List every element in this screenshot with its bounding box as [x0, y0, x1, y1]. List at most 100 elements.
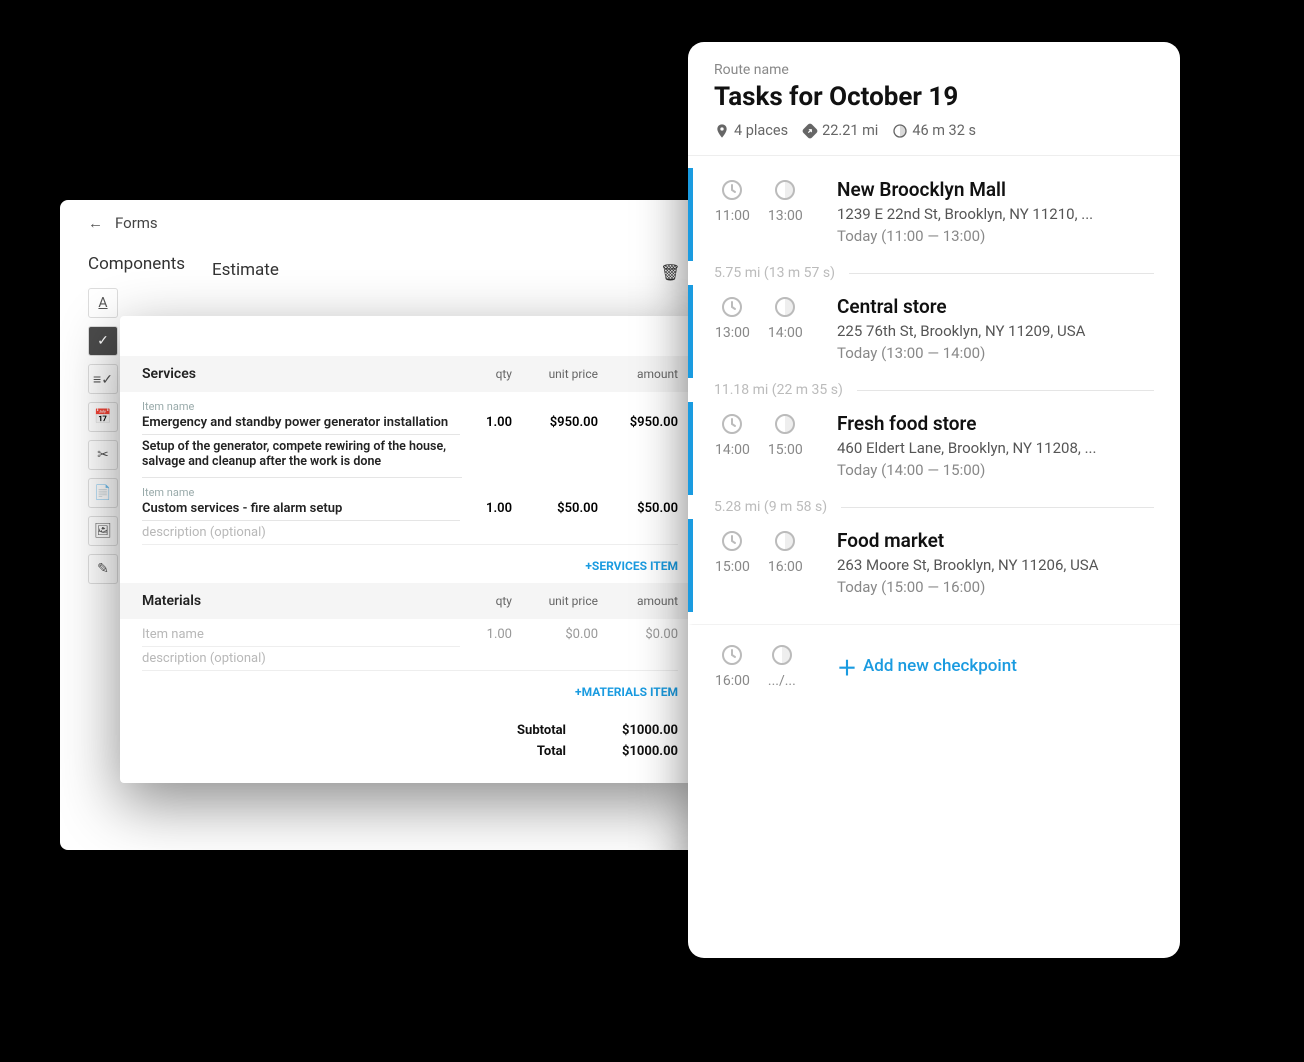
- estimate-title: Estimate: [212, 252, 279, 294]
- add-services-item-link[interactable]: +SERVICES ITEM: [120, 545, 700, 583]
- item-name-input[interactable]: Emergency and standby power generator in…: [142, 415, 460, 435]
- stop-window: Today (14:00 — 15:00): [837, 461, 1154, 479]
- services-label: Services: [142, 366, 460, 382]
- route-stop[interactable]: 15:00 16:00 Food market 263 Moore St, Br…: [688, 519, 1180, 612]
- components-title: Components: [88, 246, 198, 288]
- duration-icon: [773, 178, 797, 202]
- item-qty[interactable]: 1.00: [460, 415, 512, 430]
- total-label: Total: [446, 744, 566, 759]
- stop-times: 13:00 14:00: [715, 295, 823, 362]
- stop-name: New Broocklyn Mall: [837, 178, 1154, 201]
- stop-end: 13:00: [768, 208, 803, 224]
- gap-segment: 5.75 mi (13 m 57 s): [688, 261, 1180, 285]
- plus-icon: ＋: [837, 652, 857, 681]
- item-description-placeholder[interactable]: description (optional): [142, 525, 678, 545]
- list-icon[interactable]: ≡✓: [88, 364, 118, 394]
- stop-times: 15:00 16:00: [715, 529, 823, 596]
- image-icon[interactable]: 🖼: [88, 516, 118, 546]
- turn-icon: [802, 123, 818, 139]
- item-qty[interactable]: 1.00: [460, 627, 512, 642]
- delete-icon[interactable]: 🗑: [660, 263, 680, 283]
- add-materials-item-link[interactable]: +MATERIALS ITEM: [120, 671, 700, 709]
- stop-start: 13:00: [715, 325, 750, 341]
- item-unit-price[interactable]: $0.00: [512, 627, 598, 642]
- services-section-header: Services qty unit price amount: [120, 356, 700, 392]
- material-item: Item name 1.00 $0.00 $0.00 description (…: [120, 619, 700, 671]
- col-unit-price: unit price: [512, 594, 598, 608]
- stop-name: Food market: [837, 529, 1154, 552]
- new-stop-start: 16:00: [715, 673, 750, 689]
- route-name-label: Route name: [714, 62, 1154, 78]
- stop-end: 14:00: [768, 325, 803, 341]
- gap-text: 5.75 mi (13 m 57 s): [714, 265, 835, 281]
- materials-label: Materials: [142, 593, 460, 609]
- item-qty[interactable]: 1.00: [460, 501, 512, 516]
- new-stop-end: .../...: [768, 673, 796, 689]
- gap-segment: 11.18 mi (22 m 35 s): [688, 378, 1180, 402]
- stop-address: 1239 E 22nd St, Brooklyn, NY 11210, ...: [837, 205, 1154, 223]
- cut-icon[interactable]: ✂: [88, 440, 118, 470]
- estimate-sheet: Services qty unit price amount Item name…: [120, 316, 700, 783]
- item-amount: $0.00: [598, 627, 678, 642]
- file-icon[interactable]: 📄: [88, 478, 118, 508]
- item-amount: $950.00: [598, 415, 678, 430]
- date-icon[interactable]: 📅: [88, 402, 118, 432]
- pin-icon: [714, 123, 730, 139]
- stop-window: Today (15:00 — 16:00): [837, 578, 1154, 596]
- item-amount: $50.00: [598, 501, 678, 516]
- total-amount: $1000.00: [598, 744, 678, 759]
- pencil-icon[interactable]: ✎: [88, 554, 118, 584]
- clock-icon: [720, 529, 744, 553]
- totals: Subtotal $1000.00 Total $1000.00: [120, 709, 700, 783]
- item-name-label: Item name: [142, 400, 678, 413]
- stop-name: Central store: [837, 295, 1154, 318]
- forms-breadcrumb[interactable]: Forms: [115, 214, 158, 232]
- route-stop[interactable]: 13:00 14:00 Central store 225 76th St, B…: [688, 285, 1180, 378]
- item-name-placeholder[interactable]: Item name: [142, 627, 460, 647]
- gap-segment: 5.28 mi (9 m 58 s): [688, 495, 1180, 519]
- gap-text: 11.18 mi (22 m 35 s): [714, 382, 843, 398]
- item-name-input[interactable]: Custom services - fire alarm setup: [142, 501, 460, 521]
- service-item: Item name Emergency and standby power ge…: [120, 392, 700, 478]
- text-icon[interactable]: A: [88, 288, 118, 318]
- service-item: Item name Custom services - fire alarm s…: [120, 478, 700, 545]
- add-checkpoint-button[interactable]: ＋ Add new checkpoint: [837, 652, 1017, 681]
- route-stop[interactable]: 14:00 15:00 Fresh food store 460 Eldert …: [688, 402, 1180, 495]
- col-amount: amount: [598, 594, 678, 608]
- stop-window: Today (11:00 — 13:00): [837, 227, 1154, 245]
- col-amount: amount: [598, 367, 678, 381]
- stop-start: 11:00: [715, 208, 750, 224]
- stop-start: 14:00: [715, 442, 750, 458]
- gap-text: 5.28 mi (9 m 58 s): [714, 499, 827, 515]
- item-description-placeholder[interactable]: description (optional): [142, 651, 678, 671]
- stops-list: 11:00 13:00 New Broocklyn Mall 1239 E 22…: [688, 156, 1180, 958]
- duration-icon: [770, 643, 794, 667]
- item-name-label: Item name: [142, 486, 678, 499]
- back-icon[interactable]: ←: [88, 214, 103, 232]
- subtotal-amount: $1000.00: [598, 723, 678, 738]
- clock-icon: [720, 178, 744, 202]
- places-count: 4 places: [734, 122, 788, 139]
- stop-address: 460 Eldert Lane, Brooklyn, NY 11208, ...: [837, 439, 1154, 457]
- stop-end: 15:00: [768, 442, 803, 458]
- stop-times: 14:00 15:00: [715, 412, 823, 479]
- clock-icon: [720, 412, 744, 436]
- stop-window: Today (13:00 — 14:00): [837, 344, 1154, 362]
- stop-start: 15:00: [715, 559, 750, 575]
- add-checkpoint-row: 16:00 .../... ＋ Add new checkpoint: [688, 624, 1180, 705]
- route-title: Tasks for October 19: [714, 82, 1154, 112]
- duration-icon: [773, 529, 797, 553]
- col-qty: qty: [460, 367, 512, 381]
- duration-value: 46 m 32 s: [912, 122, 976, 139]
- item-description[interactable]: Setup of the generator, compete rewiring…: [142, 439, 462, 478]
- add-checkpoint-label: Add new checkpoint: [863, 656, 1017, 676]
- stop-address: 225 76th St, Brooklyn, NY 11209, USA: [837, 322, 1154, 340]
- distance-value: 22.21 mi: [822, 122, 878, 139]
- duration-icon: [892, 123, 908, 139]
- item-unit-price[interactable]: $50.00: [512, 501, 598, 516]
- route-stop[interactable]: 11:00 13:00 New Broocklyn Mall 1239 E 22…: [688, 168, 1180, 261]
- clock-icon: [720, 295, 744, 319]
- checkbox-icon[interactable]: ✓: [88, 326, 118, 356]
- item-unit-price[interactable]: $950.00: [512, 415, 598, 430]
- stop-end: 16:00: [768, 559, 803, 575]
